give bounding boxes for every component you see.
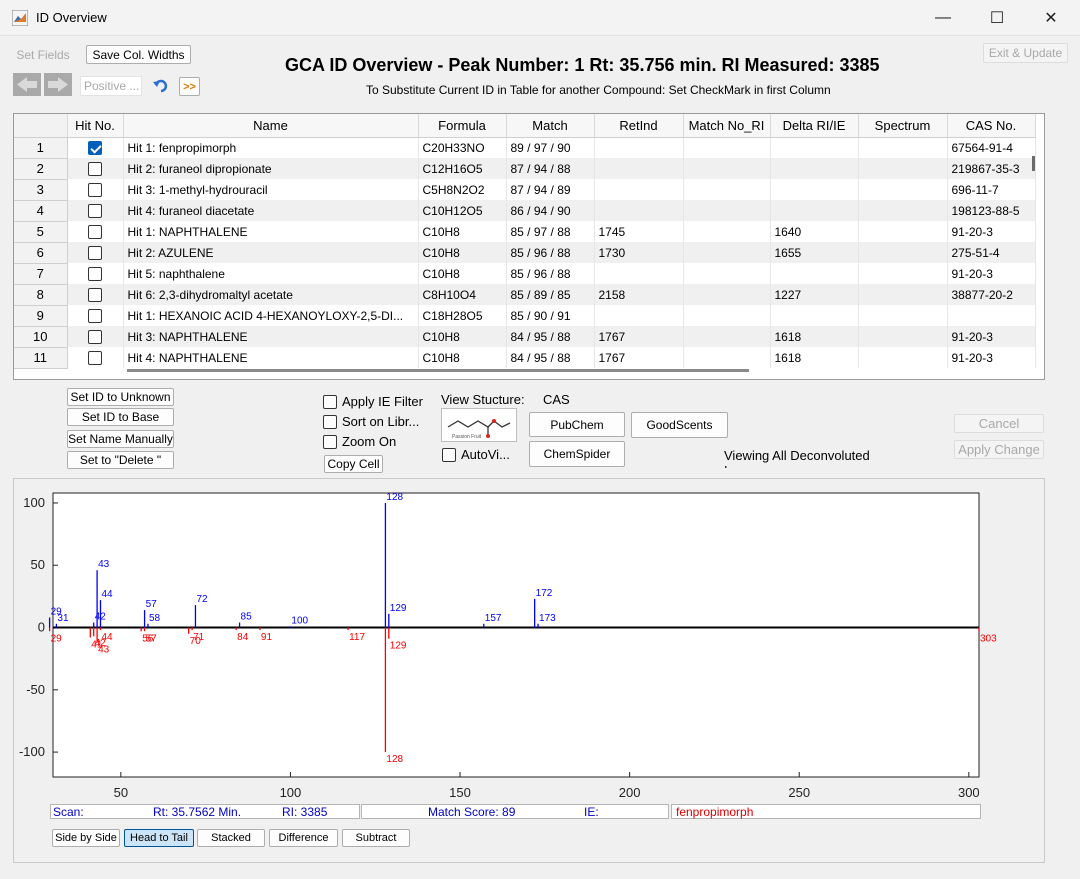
status-ri: RI: 3385 <box>282 805 328 819</box>
status-ie: IE: <box>584 805 599 819</box>
x-tick-label: 50 <box>114 785 128 800</box>
peak-label: 84 <box>237 632 249 643</box>
peak-label: 72 <box>196 594 208 605</box>
status-middle: Match Score: 89 IE: <box>361 804 669 819</box>
x-tick-label: 200 <box>619 785 641 800</box>
status-compound: fenpropimorph <box>676 805 754 819</box>
x-tick-label: 300 <box>958 785 980 800</box>
peak-label: 172 <box>536 588 553 599</box>
y-tick-label: 50 <box>31 557 45 572</box>
peak-label: 100 <box>291 615 308 626</box>
y-tick-label: -50 <box>26 682 45 697</box>
x-tick-label: 150 <box>449 785 471 800</box>
peak-label: 43 <box>98 559 110 570</box>
peak-label: 128 <box>386 754 403 765</box>
y-tick-label: 0 <box>38 620 45 635</box>
peak-label: 303 <box>980 633 997 644</box>
x-tick-label: 250 <box>788 785 810 800</box>
peak-label: 117 <box>349 632 365 643</box>
peak-label: 58 <box>149 613 161 624</box>
peak-label: 71 <box>193 632 205 643</box>
peak-label: 129 <box>390 641 407 652</box>
peak-label: 44 <box>101 632 113 643</box>
peak-label: 173 <box>539 613 556 624</box>
mass-spectrum-chart[interactable]: 50100150200250300-100-500501002931424344… <box>0 0 1080 879</box>
peak-label: 31 <box>57 613 69 624</box>
status-scan: Scan: <box>53 805 84 819</box>
side-by-side-button[interactable]: Side by Side <box>52 829 120 847</box>
peak-label: 43 <box>98 644 110 655</box>
status-match-score: Match Score: 89 <box>428 805 516 819</box>
difference-button[interactable]: Difference <box>269 829 338 847</box>
peak-label: 57 <box>146 599 158 610</box>
peak-label: 128 <box>386 492 403 503</box>
peak-label: 57 <box>146 633 158 644</box>
status-right: fenpropimorph <box>671 804 981 819</box>
y-tick-label: -100 <box>19 744 45 759</box>
status-left: Scan: Rt: 35.7562 Min. RI: 3385 <box>50 804 360 819</box>
y-tick-label: 100 <box>23 495 45 510</box>
peak-label: 85 <box>241 612 253 623</box>
status-rt: Rt: 35.7562 Min. <box>153 805 242 819</box>
peak-label: 91 <box>261 632 273 643</box>
peak-label: 44 <box>101 589 113 600</box>
peak-label: 129 <box>390 603 407 614</box>
head-to-tail-button[interactable]: Head to Tail <box>124 829 194 847</box>
peak-label: 157 <box>485 613 502 624</box>
x-tick-label: 100 <box>280 785 302 800</box>
subtract-button[interactable]: Subtract <box>342 829 410 847</box>
peak-label: 29 <box>51 633 63 644</box>
stacked-button[interactable]: Stacked <box>197 829 265 847</box>
